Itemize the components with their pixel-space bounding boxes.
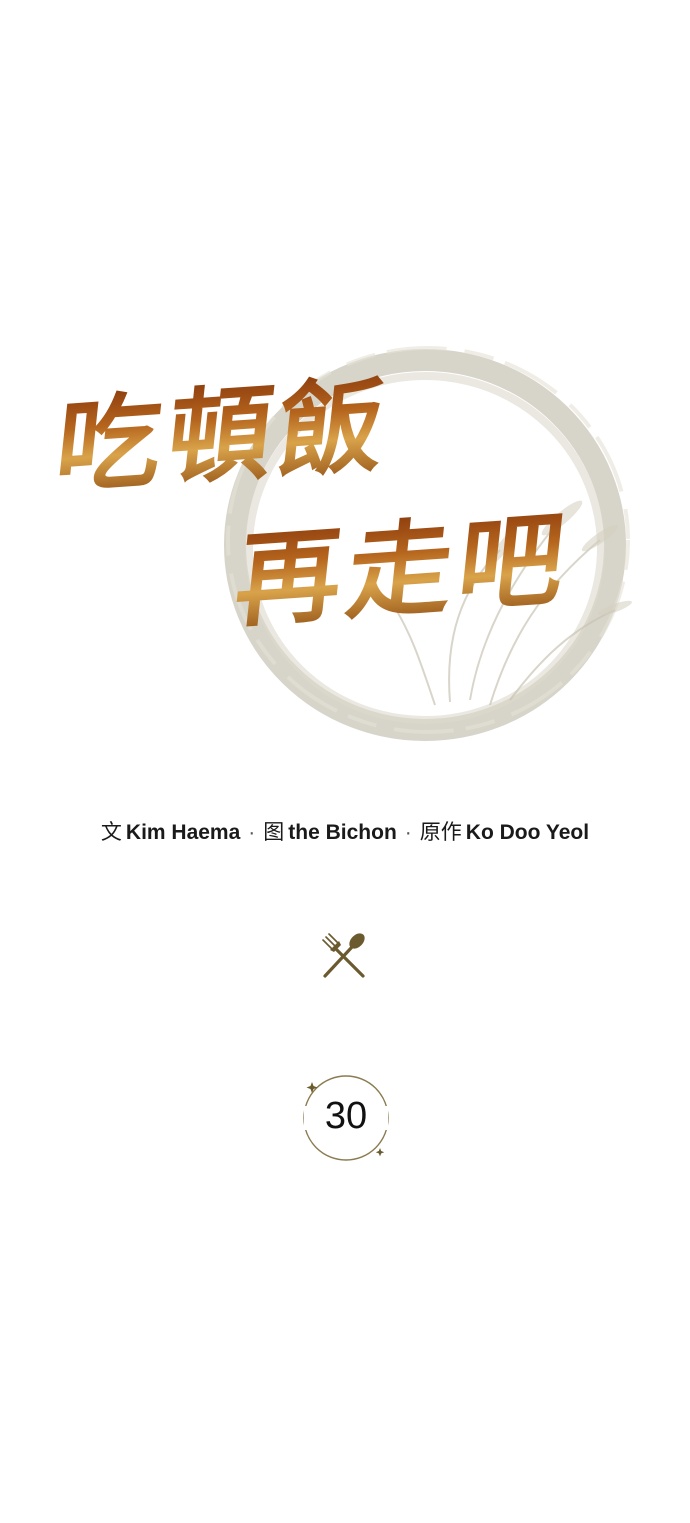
original-role: 原作 [419, 821, 462, 844]
separator: · [404, 821, 412, 844]
episode-number: 30 [324, 1095, 368, 1137]
fork-spoon-crossed-icon [322, 933, 365, 978]
original-name: Ko Doo Yeol [465, 821, 590, 844]
title-line-1: 吃頓飯 [49, 362, 397, 509]
separator: · [248, 821, 256, 844]
chapter-cover-page: 吃頓飯 再走吧 文 Kim Haema · 图 the Bichon · 原作 Ko Doo … [0, 0, 690, 1523]
artist-name: the Bichon [288, 821, 397, 844]
title-logo: 吃頓飯 再走吧 [40, 340, 650, 750]
writer-name: Kim Haema [125, 821, 241, 844]
credits-line: 文 Kim Haema · 图 the Bichon · 原作 Ko Doo Yeol [0, 816, 690, 846]
title-line-2: 再走吧 [229, 496, 577, 643]
artist-role: 图 [263, 821, 285, 844]
writer-role: 文 [100, 821, 122, 844]
episode-badge: 30 [298, 1070, 394, 1166]
